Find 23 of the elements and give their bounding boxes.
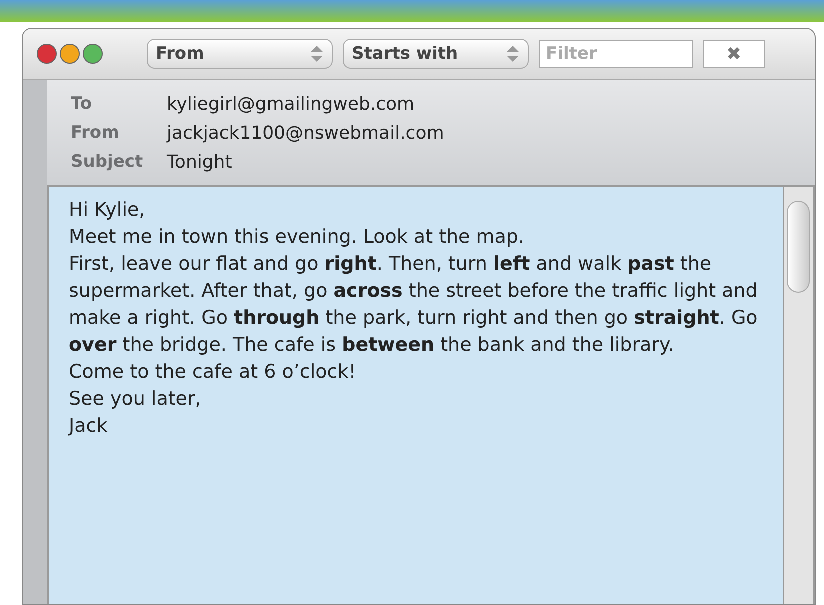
dropdown[interactable]: From — [147, 39, 333, 69]
close-icon[interactable] — [37, 44, 57, 64]
message-paragraph: First, leave our flat and go right. Then, turn left and walk past the supermarket. After that, go across the street before the traffic light and make a right. Go through the park, turn right and then go straight. Go over the bridge. The cafe is between the bank and the library. — [69, 252, 759, 358]
header-value: kyliegirl@gmailingweb.com — [167, 94, 416, 115]
filter-field[interactable]: Filter — [539, 40, 693, 68]
clear-button[interactable]: ✖ — [703, 40, 765, 68]
header-value: jackjack1100@nswebmail.com — [167, 123, 446, 144]
message-paragraph: Jack — [69, 414, 109, 439]
message-paragraph: See you later, — [69, 387, 202, 412]
scrollbar-thumb[interactable] — [787, 201, 810, 293]
message-paragraph: Come to the cafe at 6 o’clock! — [69, 360, 358, 385]
header-label: From — [71, 123, 120, 144]
header-label: To — [71, 94, 94, 115]
minimize-icon[interactable] — [60, 44, 80, 64]
header-value: Tonight — [167, 152, 234, 173]
dropdown[interactable]: Starts with — [343, 39, 529, 69]
up-down-arrows-icon — [310, 44, 324, 64]
header-label: Subject — [71, 152, 144, 173]
up-down-arrows-icon — [506, 44, 520, 64]
message-paragraph: Hi Kylie, — [69, 198, 146, 223]
message-paragraph: Meet me in town this evening. Look at the map. — [69, 225, 526, 250]
maximize-icon[interactable] — [83, 44, 103, 64]
scrollbar[interactable] — [783, 187, 813, 604]
